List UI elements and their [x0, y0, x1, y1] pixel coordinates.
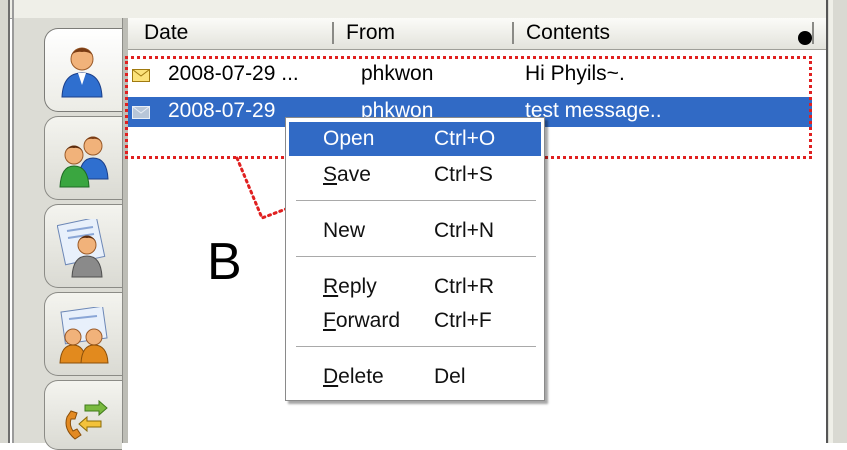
menu-item-save[interactable]: Save Ctrl+S	[289, 158, 541, 192]
menu-item-shortcut: Ctrl+S	[434, 163, 493, 186]
menu-separator	[296, 256, 536, 258]
menu-item-label: Forward	[323, 309, 401, 332]
menu-item-shortcut: Ctrl+F	[434, 309, 492, 332]
menu-item-label: Reply	[323, 275, 377, 298]
annotation-label: B	[207, 233, 242, 291]
menu-separator	[296, 346, 536, 348]
menu-item-shortcut: Ctrl+O	[434, 127, 496, 150]
menu-item-label: New	[323, 219, 366, 242]
menu-item-reply[interactable]: Reply Ctrl+R	[289, 270, 541, 304]
menu-item-label: Open	[323, 127, 375, 150]
menu-item-label: Delete	[323, 365, 384, 388]
context-menu: Open Ctrl+O Save Ctrl+S New Ctrl+N Reply…	[285, 117, 545, 401]
menu-item-shortcut: Del	[434, 365, 466, 388]
messenger-window: Date From Contents 2008-07-29 ... phkwon…	[0, 0, 847, 450]
menu-item-shortcut: Ctrl+N	[434, 219, 495, 242]
menu-item-label: Save	[323, 163, 371, 186]
menu-item-open[interactable]: Open Ctrl+O	[289, 122, 541, 156]
menu-item-new[interactable]: New Ctrl+N	[289, 214, 541, 248]
menu-separator	[296, 200, 536, 202]
menu-item-forward[interactable]: Forward Ctrl+F	[289, 304, 541, 338]
window-right-inner-border	[829, 0, 833, 443]
menu-item-shortcut: Ctrl+R	[434, 275, 495, 298]
menu-item-delete[interactable]: Delete Del	[289, 360, 541, 394]
